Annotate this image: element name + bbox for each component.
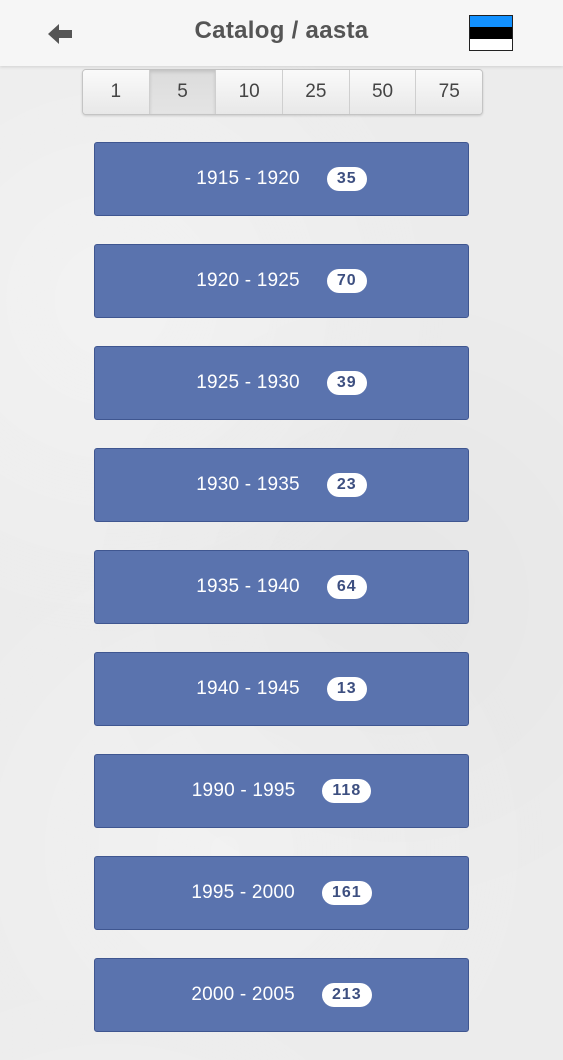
count-badge: 118 <box>322 779 372 803</box>
year-range-button[interactable]: 1940 - 1945 13 <box>94 652 469 726</box>
app-header: Catalog / aasta <box>0 0 563 66</box>
interval-selector: 1 5 10 25 50 75 <box>82 69 483 115</box>
year-range-button[interactable]: 1925 - 1930 39 <box>94 346 469 420</box>
year-range-button[interactable]: 1930 - 1935 23 <box>94 448 469 522</box>
count-badge: 64 <box>326 575 367 599</box>
count-badge: 13 <box>326 677 367 701</box>
year-range-label: 2000 - 2005 <box>191 984 295 1005</box>
year-range-button[interactable]: 1915 - 1920 35 <box>94 142 469 216</box>
year-range-label: 1940 - 1945 <box>196 678 300 699</box>
count-badge: 35 <box>326 167 367 191</box>
interval-option-50[interactable]: 50 <box>349 70 417 114</box>
interval-option-5[interactable]: 5 <box>149 70 217 114</box>
year-range-label: 1920 - 1925 <box>196 270 300 291</box>
year-range-label: 1935 - 1940 <box>196 576 300 597</box>
year-range-label: 1930 - 1935 <box>196 474 300 495</box>
interval-option-10[interactable]: 10 <box>216 70 284 114</box>
interval-option-75[interactable]: 75 <box>416 70 482 114</box>
year-range-label: 1915 - 1920 <box>196 168 300 189</box>
flag-stripe-white <box>470 38 512 50</box>
count-badge: 39 <box>326 371 367 395</box>
count-badge: 70 <box>326 269 367 293</box>
interval-option-1[interactable]: 1 <box>83 70 150 114</box>
year-range-button[interactable]: 1935 - 1940 64 <box>94 550 469 624</box>
year-range-label: 1925 - 1930 <box>196 372 300 393</box>
year-range-list: 1915 - 1920 35 1920 - 1925 70 1925 - 193… <box>94 142 469 1060</box>
flag-stripe-black <box>470 27 512 39</box>
year-range-label: 1995 - 2000 <box>191 882 295 903</box>
year-range-button[interactable]: 2000 - 2005 213 <box>94 958 469 1032</box>
count-badge: 213 <box>321 983 372 1007</box>
year-range-button[interactable]: 1990 - 1995 118 <box>94 754 469 828</box>
count-badge: 161 <box>321 881 372 905</box>
estonia-flag-icon[interactable] <box>469 15 513 51</box>
year-range-button[interactable]: 1920 - 1925 70 <box>94 244 469 318</box>
interval-option-25[interactable]: 25 <box>283 70 350 114</box>
flag-stripe-blue <box>470 16 512 28</box>
year-range-button[interactable]: 1995 - 2000 161 <box>94 856 469 930</box>
year-range-label: 1990 - 1995 <box>191 780 296 801</box>
count-badge: 23 <box>326 473 367 497</box>
